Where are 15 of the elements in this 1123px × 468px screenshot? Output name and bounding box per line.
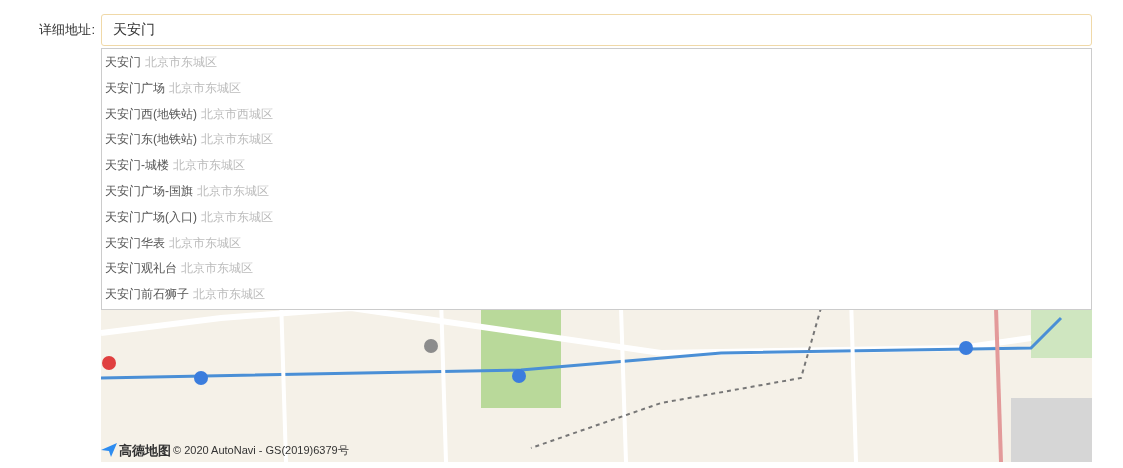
suggestion-item[interactable]: 天安门-城楼 北京市东城区 [102,153,1091,179]
suggestion-item[interactable]: 天安门西(地铁站) 北京市西城区 [102,101,1091,128]
suggestion-item[interactable]: 天安门东(地铁站) 北京市东城区 [102,127,1091,154]
suggestion-item[interactable]: 天安门广场-国旗 北京市东城区 [102,179,1091,205]
map-logo: 高德地图 [119,441,171,460]
map-copyright: © 2020 AutoNavi - GS(2019)6379号 [173,443,349,458]
paper-plane-icon [101,443,117,458]
suggestion-item[interactable]: 天安门广场(入口) 北京市东城区 [102,204,1091,231]
suggestion-item[interactable]: 天安门前石狮子 北京市东城区 [102,282,1091,308]
address-input[interactable]: 天安门 [101,14,1092,46]
field-label: 详细地址: [38,21,96,39]
suggestion-item[interactable]: 天安门观礼台 北京市东城区 [102,256,1091,283]
suggestion-item[interactable]: 天安门华表 北京市东城区 [102,230,1091,257]
suggestion-item[interactable]: 天安门广场 北京市东城区 [102,75,1091,102]
suggestion-item[interactable]: 天安门 北京市东城区 [102,50,1091,76]
